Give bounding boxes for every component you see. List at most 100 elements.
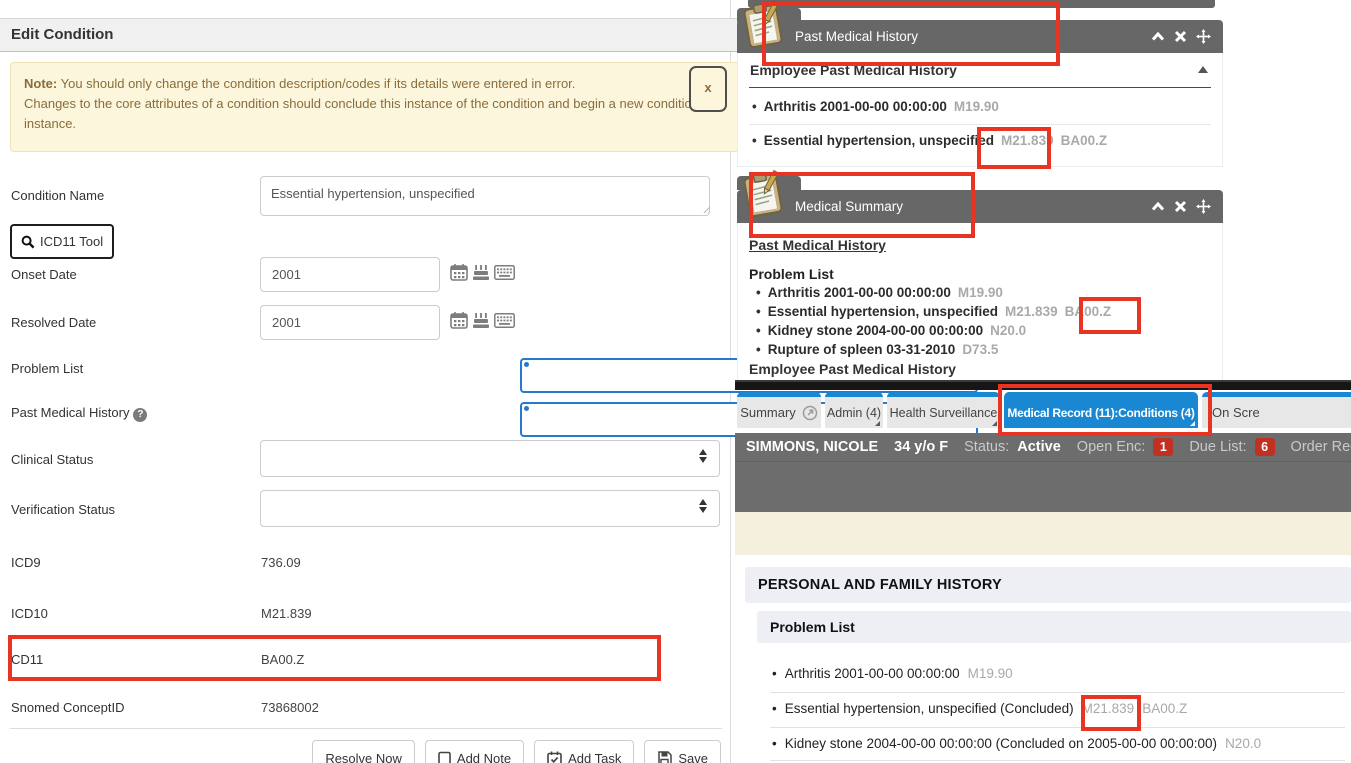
- list-item: • Kidney stone 2004-00-00 00:00:00 N20.0: [756, 323, 1026, 338]
- onset-date-input[interactable]: [260, 257, 440, 292]
- employee-pmh-footer-heading: Employee Past Medical History: [749, 361, 956, 377]
- problem-list-radio-group: Yes No: [260, 358, 803, 393]
- verification-status-select[interactable]: [260, 490, 720, 527]
- close-icon[interactable]: [1174, 30, 1187, 43]
- alert-line3: instance.: [24, 116, 76, 131]
- note-icon: [438, 751, 451, 763]
- tab-health-surveillance[interactable]: Health Surveillance: [887, 392, 1000, 428]
- list-item: • Arthritis 2001-00-00 00:00:00 M19.90: [752, 99, 999, 114]
- collapse-triangle-icon[interactable]: [1198, 66, 1208, 73]
- widget-pmh-header[interactable]: Past Medical History: [737, 20, 1223, 53]
- chevron-up-icon[interactable]: [1151, 30, 1165, 43]
- onset-date-label: Onset Date: [11, 267, 77, 282]
- patient-age-sex: 34 y/o F: [894, 439, 948, 455]
- resolved-date-label: Resolved Date: [11, 315, 96, 330]
- item-divider: [770, 692, 1345, 693]
- calendar-icon[interactable]: [450, 263, 468, 282]
- save-button[interactable]: Save: [644, 740, 721, 763]
- item-text: Kidney stone 2004-00-00 00:00:00 (Conclu…: [785, 736, 1217, 751]
- calendar-check-icon: [547, 751, 562, 763]
- pmh-radio-group: Yes No: [260, 402, 803, 437]
- save-icon: [657, 751, 672, 763]
- pmh-label-text: Past Medical History: [11, 405, 129, 420]
- past-medical-history-link[interactable]: Past Medical History: [749, 237, 886, 253]
- widget-pmh-title: Past Medical History: [737, 29, 1151, 44]
- screenshot-stage: Edit Condition Note: You should only cha…: [0, 0, 1351, 763]
- snomed-value: 73868002: [261, 700, 319, 715]
- problem-list-subsection-label: Problem List: [770, 619, 855, 635]
- alert-note-label: Note:: [24, 76, 57, 91]
- help-icon[interactable]: ?: [133, 408, 147, 422]
- problem-list-subsection-header: Problem List: [757, 611, 1351, 643]
- onset-date-icons: [450, 263, 515, 282]
- previous-widget-edge: [748, 0, 1215, 8]
- popout-icon: [802, 405, 818, 421]
- alert-line1: You should only change the condition des…: [61, 76, 576, 91]
- tab-health-surveillance-label: Health Surveillance: [890, 406, 998, 420]
- open-enc-badge[interactable]: 1: [1153, 438, 1173, 456]
- move-icon[interactable]: [1196, 199, 1211, 214]
- problem-list-label: Problem List: [11, 361, 83, 376]
- tab-summary-label: Summary: [740, 405, 796, 420]
- chevron-up-icon[interactable]: [1151, 200, 1165, 213]
- section-underline: [749, 87, 1211, 88]
- status-value: Active: [1017, 439, 1061, 455]
- item-text: Essential hypertension, unspecified (Con…: [785, 701, 1074, 716]
- item-divider: [770, 727, 1345, 728]
- condition-name-textarea[interactable]: Essential hypertension, unspecified: [260, 176, 710, 216]
- keyboard-icon[interactable]: [494, 265, 515, 280]
- list-item: • Arthritis 2001-00-00 00:00:00 M19.90: [756, 285, 1003, 300]
- move-icon[interactable]: [1196, 29, 1211, 44]
- tab-corner-icon: [1190, 421, 1195, 426]
- page-title: Edit Condition: [0, 18, 740, 52]
- clinical-status-select[interactable]: [260, 440, 720, 477]
- clipboard-icon: [739, 0, 790, 52]
- chevron-updown-icon: [699, 499, 707, 513]
- save-label: Save: [678, 751, 708, 763]
- condition-name-label: Condition Name: [11, 188, 104, 203]
- close-icon[interactable]: [1174, 200, 1187, 213]
- item-divider: [749, 124, 1211, 125]
- icd10-label: ICD10: [11, 606, 48, 621]
- item-code: BA00.Z: [1142, 701, 1187, 716]
- tab-on-screen[interactable]: On Scre: [1202, 392, 1351, 428]
- tab-admin[interactable]: Admin (4): [825, 392, 883, 428]
- resolved-date-input[interactable]: [260, 305, 440, 340]
- item-code: M21.839: [1005, 304, 1058, 319]
- item-divider: [770, 760, 1345, 761]
- item-text: Arthritis 2001-00-00 00:00:00: [764, 99, 947, 114]
- due-list-label: Due List:: [1189, 439, 1246, 455]
- birthday-cake-icon[interactable]: [472, 311, 490, 330]
- item-text: Arthritis 2001-00-00 00:00:00: [785, 666, 960, 681]
- tab-admin-label: Admin (4): [827, 406, 881, 420]
- calendar-icon[interactable]: [450, 311, 468, 330]
- widget-summary-header[interactable]: Medical Summary: [737, 190, 1223, 223]
- problem-list-subheading: Problem List: [749, 266, 834, 282]
- clinical-status-label: Clinical Status: [11, 452, 93, 467]
- tab-on-screen-label: On Scre: [1212, 405, 1260, 420]
- add-task-button[interactable]: Add Task: [534, 740, 634, 763]
- birthday-cake-icon[interactable]: [472, 263, 490, 282]
- keyboard-icon[interactable]: [494, 313, 515, 328]
- widget-pmh-controls: [1151, 29, 1223, 44]
- toolbar-band: [735, 512, 1351, 555]
- search-icon: [21, 235, 35, 249]
- item-code: M19.90: [954, 99, 999, 114]
- pmh-label: Past Medical History?: [11, 405, 147, 422]
- patient-info-row: SIMMONS, NICOLE 34 y/o F Status: Active …: [735, 433, 1351, 462]
- add-note-button[interactable]: Add Note: [425, 740, 524, 763]
- due-list-badge[interactable]: 6: [1255, 438, 1275, 456]
- item-text: Essential hypertension, unspecified: [768, 304, 998, 319]
- item-text: Kidney stone 2004-00-00 00:00:00: [768, 323, 983, 338]
- add-task-label: Add Task: [568, 751, 621, 763]
- item-code: BA00.Z: [1061, 133, 1108, 148]
- resolve-now-button[interactable]: Resolve Now: [312, 740, 415, 763]
- alert-close-button[interactable]: x: [689, 66, 727, 112]
- clipboard-icon: [739, 169, 790, 222]
- icd11-tool-button[interactable]: ICD11 Tool: [10, 224, 114, 259]
- item-text: Essential hypertension, unspecified: [764, 133, 994, 148]
- item-code: M19.90: [968, 666, 1013, 681]
- section-header: PERSONAL AND FAMILY HISTORY: [745, 567, 1351, 603]
- tab-medical-record-conditions[interactable]: Medical Record (11):Conditions (4): [1004, 392, 1198, 428]
- tab-summary[interactable]: Summary: [737, 392, 821, 428]
